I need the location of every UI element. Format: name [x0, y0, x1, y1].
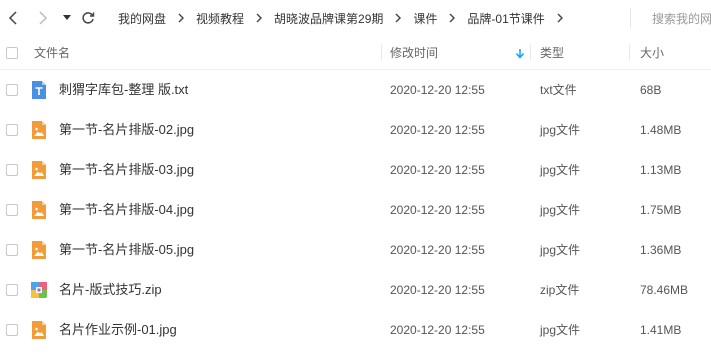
column-header-type[interactable]: 类型 — [540, 36, 564, 69]
sort-descending-icon[interactable] — [515, 48, 525, 59]
file-type: jpg文件 — [540, 123, 581, 137]
file-type: jpg文件 — [540, 203, 581, 217]
image-file-icon — [32, 241, 46, 259]
txt-file-icon — [32, 81, 46, 99]
chevron-right-icon — [39, 11, 48, 25]
column-divider — [629, 44, 630, 61]
breadcrumb-item[interactable]: 课件 — [413, 10, 437, 27]
file-name[interactable]: 第一节-名片排版-02.jpg — [59, 110, 194, 150]
file-type: jpg文件 — [540, 163, 581, 177]
caret-down-icon — [63, 15, 71, 20]
breadcrumb-item[interactable]: 胡晓波品牌课第29期 — [274, 10, 383, 27]
file-name[interactable]: 名片作业示例-01.jpg — [59, 310, 177, 350]
file-name[interactable]: 名片-版式技巧.zip — [59, 270, 162, 310]
chevron-right-icon — [395, 13, 402, 23]
row-checkbox[interactable] — [6, 84, 18, 96]
select-all-checkbox[interactable] — [6, 36, 18, 69]
table-row[interactable]: 名片-版式技巧.zip 2020-12-20 12:55 zip文件 78.46… — [0, 270, 711, 310]
image-file-icon — [32, 201, 46, 219]
table-row[interactable]: 刺猬字库包-整理 版.txt 2020-12-20 12:55 txt文件 68… — [0, 70, 711, 110]
row-checkbox[interactable] — [6, 124, 18, 136]
file-modified: 2020-12-20 12:55 — [390, 123, 485, 137]
file-list-header: 文件名 修改时间 类型 大小 — [0, 36, 711, 70]
refresh-button[interactable] — [78, 8, 98, 28]
file-type: zip文件 — [540, 283, 580, 297]
image-file-icon — [32, 121, 46, 139]
image-file-icon — [32, 161, 46, 179]
file-size: 1.48MB — [640, 123, 682, 137]
search-input[interactable]: 搜索我的网 — [630, 8, 711, 28]
row-checkbox[interactable] — [6, 204, 18, 216]
file-modified: 2020-12-20 12:55 — [390, 163, 485, 177]
row-checkbox[interactable] — [6, 284, 18, 296]
toolbar: 我的网盘 视频教程 胡晓波品牌课第29期 课件 品牌-01节课件 搜索我的网 — [0, 0, 711, 36]
chevron-right-icon — [178, 13, 185, 23]
chevron-right-icon — [449, 13, 456, 23]
table-row[interactable]: 第一节-名片排版-03.jpg 2020-12-20 12:55 jpg文件 1… — [0, 150, 711, 190]
chevron-right-icon — [557, 13, 564, 23]
file-size: 1.13MB — [640, 163, 682, 177]
file-modified: 2020-12-20 12:55 — [390, 283, 485, 297]
row-checkbox[interactable] — [6, 324, 18, 336]
search-placeholder: 搜索我的网 — [652, 11, 711, 26]
forward-button[interactable] — [32, 8, 52, 28]
chevron-right-icon — [256, 13, 263, 23]
table-row[interactable]: 第一节-名片排版-05.jpg 2020-12-20 12:55 jpg文件 1… — [0, 230, 711, 270]
file-modified: 2020-12-20 12:55 — [390, 323, 485, 337]
column-header-modified[interactable]: 修改时间 — [390, 36, 438, 69]
file-list: 刺猬字库包-整理 版.txt 2020-12-20 12:55 txt文件 68… — [0, 70, 711, 350]
file-modified: 2020-12-20 12:55 — [390, 243, 485, 257]
file-name[interactable]: 刺猬字库包-整理 版.txt — [59, 70, 188, 110]
history-dropdown-button[interactable] — [57, 8, 77, 28]
file-name[interactable]: 第一节-名片排版-05.jpg — [59, 230, 194, 270]
file-size: 1.36MB — [640, 243, 682, 257]
file-modified: 2020-12-20 12:55 — [390, 203, 485, 217]
file-type: jpg文件 — [540, 243, 581, 257]
breadcrumb: 我的网盘 视频教程 胡晓波品牌课第29期 课件 品牌-01节课件 — [118, 0, 575, 36]
row-checkbox[interactable] — [6, 244, 18, 256]
table-row[interactable]: 第一节-名片排版-02.jpg 2020-12-20 12:55 jpg文件 1… — [0, 110, 711, 150]
back-button[interactable] — [4, 8, 24, 28]
file-name[interactable]: 第一节-名片排版-03.jpg — [59, 150, 194, 190]
chevron-left-icon — [8, 11, 17, 25]
file-size: 1.75MB — [640, 203, 682, 217]
file-size: 68B — [640, 83, 662, 97]
file-type: txt文件 — [540, 83, 577, 97]
file-size: 1.41MB — [640, 323, 682, 337]
column-divider — [530, 44, 531, 61]
refresh-icon — [82, 12, 95, 24]
breadcrumb-item[interactable]: 品牌-01节课件 — [467, 10, 544, 27]
file-type: jpg文件 — [540, 323, 581, 337]
file-size: 78.46MB — [640, 283, 689, 297]
breadcrumb-item[interactable]: 视频教程 — [196, 10, 244, 27]
image-file-icon — [32, 321, 46, 339]
table-row[interactable]: 名片作业示例-01.jpg 2020-12-20 12:55 jpg文件 1.4… — [0, 310, 711, 350]
column-header-name[interactable]: 文件名 — [34, 36, 70, 69]
breadcrumb-item[interactable]: 我的网盘 — [118, 10, 166, 27]
file-name[interactable]: 第一节-名片排版-04.jpg — [59, 190, 194, 230]
zip-file-icon — [31, 282, 47, 298]
column-divider — [381, 44, 382, 61]
column-header-size[interactable]: 大小 — [640, 36, 664, 69]
row-checkbox[interactable] — [6, 164, 18, 176]
table-row[interactable]: 第一节-名片排版-04.jpg 2020-12-20 12:55 jpg文件 1… — [0, 190, 711, 230]
file-modified: 2020-12-20 12:55 — [390, 83, 485, 97]
